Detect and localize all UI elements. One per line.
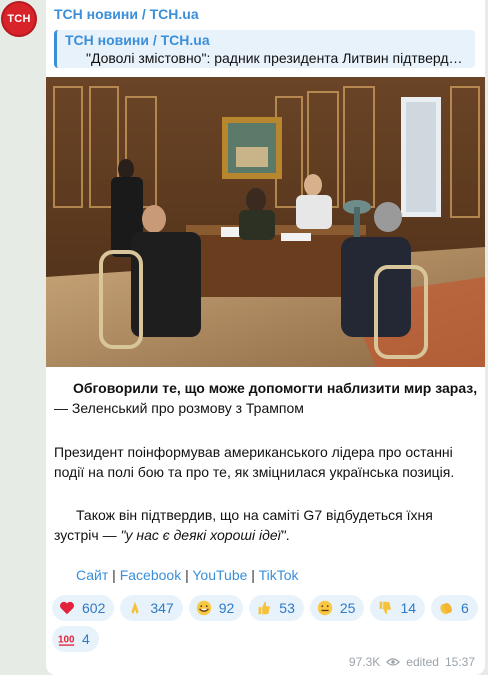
link-facebook[interactable]: Facebook	[120, 567, 181, 583]
link-separator: |	[181, 567, 193, 583]
reaction-clap[interactable]: 6	[431, 595, 478, 621]
message-meta: 97.3K edited 15:37	[349, 655, 475, 669]
reaction-count: 6	[461, 600, 469, 616]
link-separator: |	[108, 567, 120, 583]
reaction-hundred[interactable]: 100 4	[52, 626, 99, 652]
message-bold-text: Обговорили те, що може допомогти наблизи…	[73, 380, 478, 396]
views-count: 97.3K	[348, 655, 381, 669]
clap-icon	[440, 602, 452, 615]
message-text: — Зеленський про розмову з Трампом	[54, 400, 304, 416]
edited-label: edited	[406, 655, 439, 669]
hundred-icon: 100	[58, 635, 75, 646]
message-paragraph-1: Обговорили те, що може допомогти наблизи…	[54, 378, 479, 418]
reactions-bar: 602 347 92 53 25 14 6 100 4	[52, 595, 482, 652]
thumbs-down-icon	[380, 601, 392, 615]
message-paragraph-3: Також він підтвердив, що на саміті G7 ві…	[54, 505, 479, 545]
reaction-thumbs-up[interactable]: 53	[249, 595, 304, 621]
reaction-count: 4	[82, 631, 90, 647]
message-time: 15:37	[444, 655, 475, 669]
reaction-neutral-face[interactable]: 25	[309, 595, 365, 621]
svg-text:100: 100	[58, 635, 75, 646]
channel-avatar[interactable]: ТСН	[1, 1, 37, 37]
pray-icon	[131, 601, 139, 615]
eye-icon	[386, 658, 401, 666]
reaction-count: 602	[82, 600, 106, 616]
reaction-count: 25	[339, 600, 356, 616]
reaction-thumbs-down[interactable]: 14	[370, 595, 426, 621]
reply-sender: ТСН новини / TCH.ua	[65, 32, 210, 48]
message-photo[interactable]	[46, 77, 485, 367]
message-bubble: ТСН новини / TCH.ua ТСН новини / TCH.ua …	[46, 0, 485, 675]
reaction-pray[interactable]: 347	[120, 595, 183, 621]
reaction-count: 14	[400, 600, 417, 616]
reaction-count: 347	[150, 600, 174, 616]
reply-preview[interactable]: ТСН новини / TCH.ua "Доволі змістовно": …	[54, 30, 475, 68]
link-separator: |	[247, 567, 259, 583]
sender-name[interactable]: ТСН новини / TCH.ua	[54, 6, 199, 22]
reaction-heart[interactable]: 602	[52, 595, 115, 621]
thumbs-up-icon	[258, 601, 271, 615]
grin-icon	[196, 600, 211, 616]
neutral-face-icon	[317, 600, 333, 616]
message-quote: "у нас є деякі хороші ідеї"	[120, 527, 286, 543]
reply-text: "Доволі змістовно": радник президента Ли…	[86, 50, 463, 66]
link-youtube[interactable]: YouTube	[192, 567, 247, 583]
link-site[interactable]: Сайт	[76, 567, 108, 583]
message-links: Сайт | Facebook | YouTube | TikTok	[76, 567, 299, 583]
link-tiktok[interactable]: TikTok	[259, 567, 299, 583]
heart-icon	[59, 601, 75, 615]
reaction-count: 53	[279, 600, 295, 616]
message-paragraph-2: Президент поінформував американського лі…	[54, 444, 455, 480]
reaction-grin[interactable]: 92	[188, 595, 244, 621]
message-text: .	[285, 527, 290, 543]
reaction-count: 92	[218, 600, 235, 616]
office-meeting-image	[46, 77, 485, 367]
